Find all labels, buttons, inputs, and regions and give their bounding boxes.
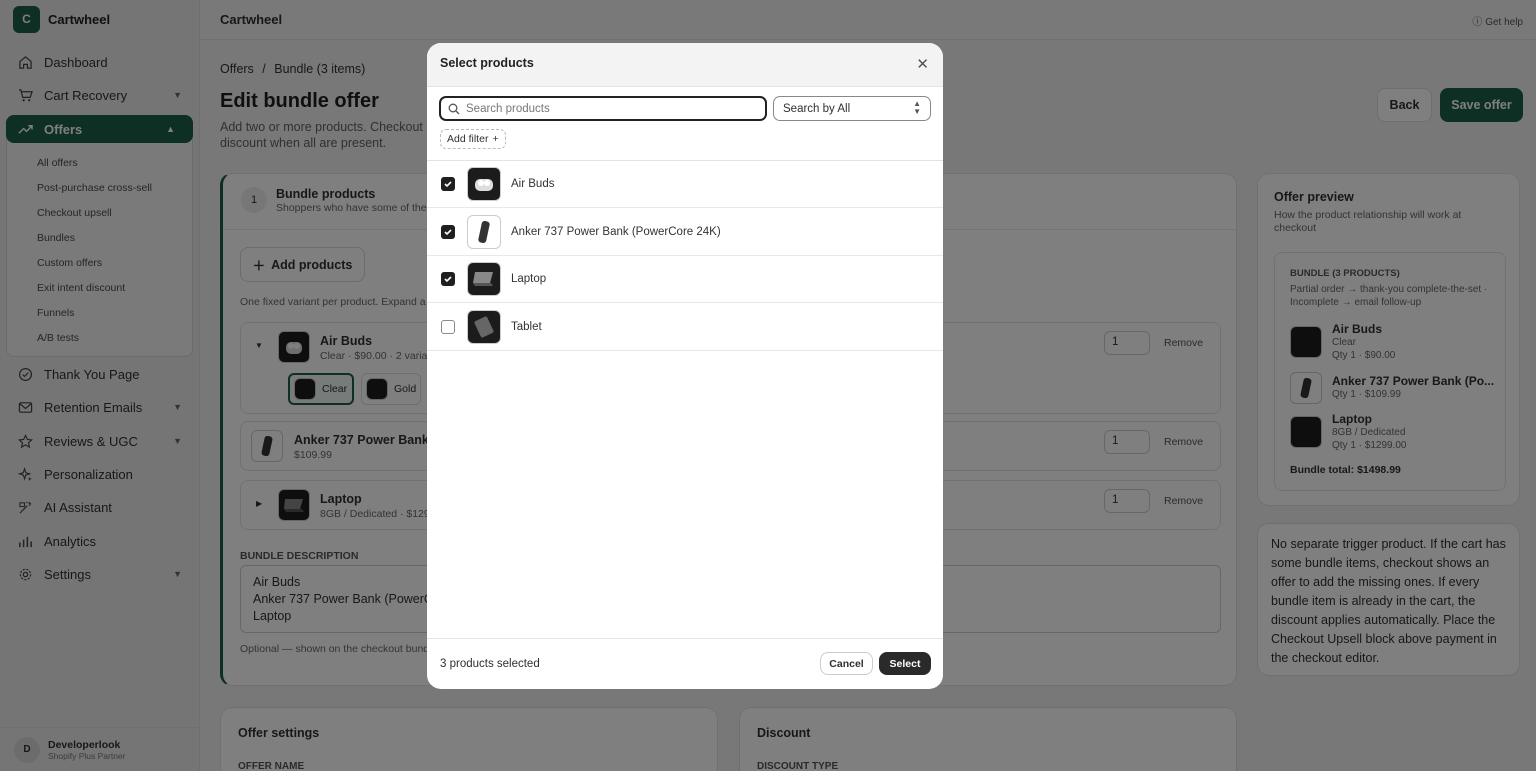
select-button[interactable]: Select — [879, 652, 931, 675]
product-row[interactable]: Tablet — [427, 303, 943, 351]
cancel-button[interactable]: Cancel — [820, 652, 873, 675]
add-filter-button[interactable]: Add filter + — [440, 129, 506, 149]
select-arrows-icon: ▲ ▼ — [913, 99, 921, 116]
checkbox-checked[interactable] — [441, 271, 455, 286]
product-image — [467, 309, 501, 344]
product-row[interactable]: Anker 737 Power Bank (PowerCore 24K) — [427, 208, 943, 256]
search-input[interactable]: Search products — [439, 96, 767, 121]
product-row[interactable]: Laptop — [427, 255, 943, 303]
product-row[interactable]: Air Buds — [427, 160, 943, 208]
product-name: Air Buds — [511, 177, 555, 190]
selected-count: 3 products selected — [440, 658, 540, 670]
search-icon — [448, 103, 460, 114]
product-image — [467, 214, 501, 249]
modal-footer: 3 products selected Cancel Select — [427, 638, 943, 689]
close-icon[interactable]: ✕ — [916, 55, 929, 73]
plus-icon: + — [492, 133, 499, 145]
checkbox-checked[interactable] — [441, 176, 455, 191]
search-by-select[interactable]: Search by All ▲ ▼ — [773, 96, 931, 121]
product-name: Anker 737 Power Bank (PowerCore 24K) — [511, 225, 721, 238]
product-name: Tablet — [511, 320, 542, 333]
modal-title: Select products — [440, 56, 534, 70]
modal-header: Select products ✕ — [427, 43, 943, 87]
product-name: Laptop — [511, 272, 547, 285]
checkbox-unchecked[interactable] — [441, 319, 455, 334]
search-placeholder: Search products — [466, 102, 550, 115]
checkbox-checked[interactable] — [441, 224, 455, 239]
search-by-value: Search by All — [783, 102, 851, 115]
product-image — [467, 261, 501, 296]
product-image — [467, 166, 501, 201]
add-filter-label: Add filter — [447, 133, 489, 145]
select-products-modal: Select products ✕ Search products Search… — [427, 43, 943, 689]
